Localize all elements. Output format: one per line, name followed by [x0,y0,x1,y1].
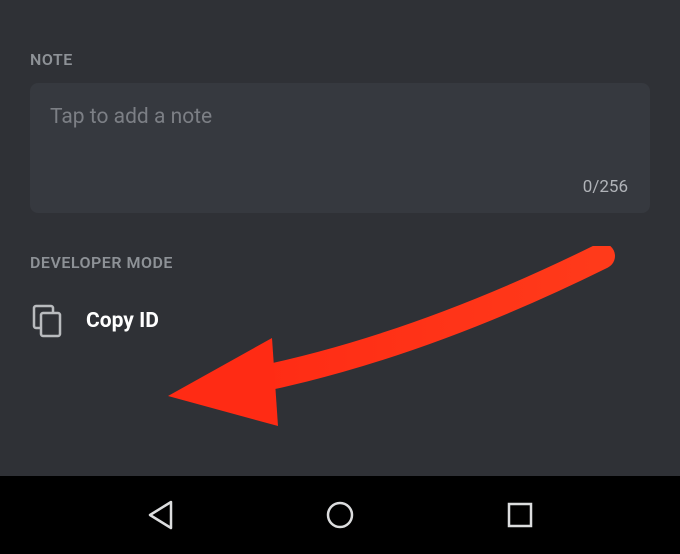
recents-button[interactable] [485,490,555,540]
note-section-header: NOTE [30,50,650,69]
home-button[interactable] [305,490,375,540]
note-input[interactable]: Tap to add a note 0/256 [30,83,650,213]
copy-id-button[interactable]: Copy ID [30,294,650,348]
note-placeholder-text: Tap to add a note [50,105,630,129]
copy-icon [32,304,62,338]
copy-id-label: Copy ID [86,309,159,333]
note-char-count: 0/256 [583,177,628,197]
back-button[interactable] [125,490,195,540]
developer-mode-header: DEVELOPER MODE [30,253,650,272]
android-navbar [0,476,680,554]
